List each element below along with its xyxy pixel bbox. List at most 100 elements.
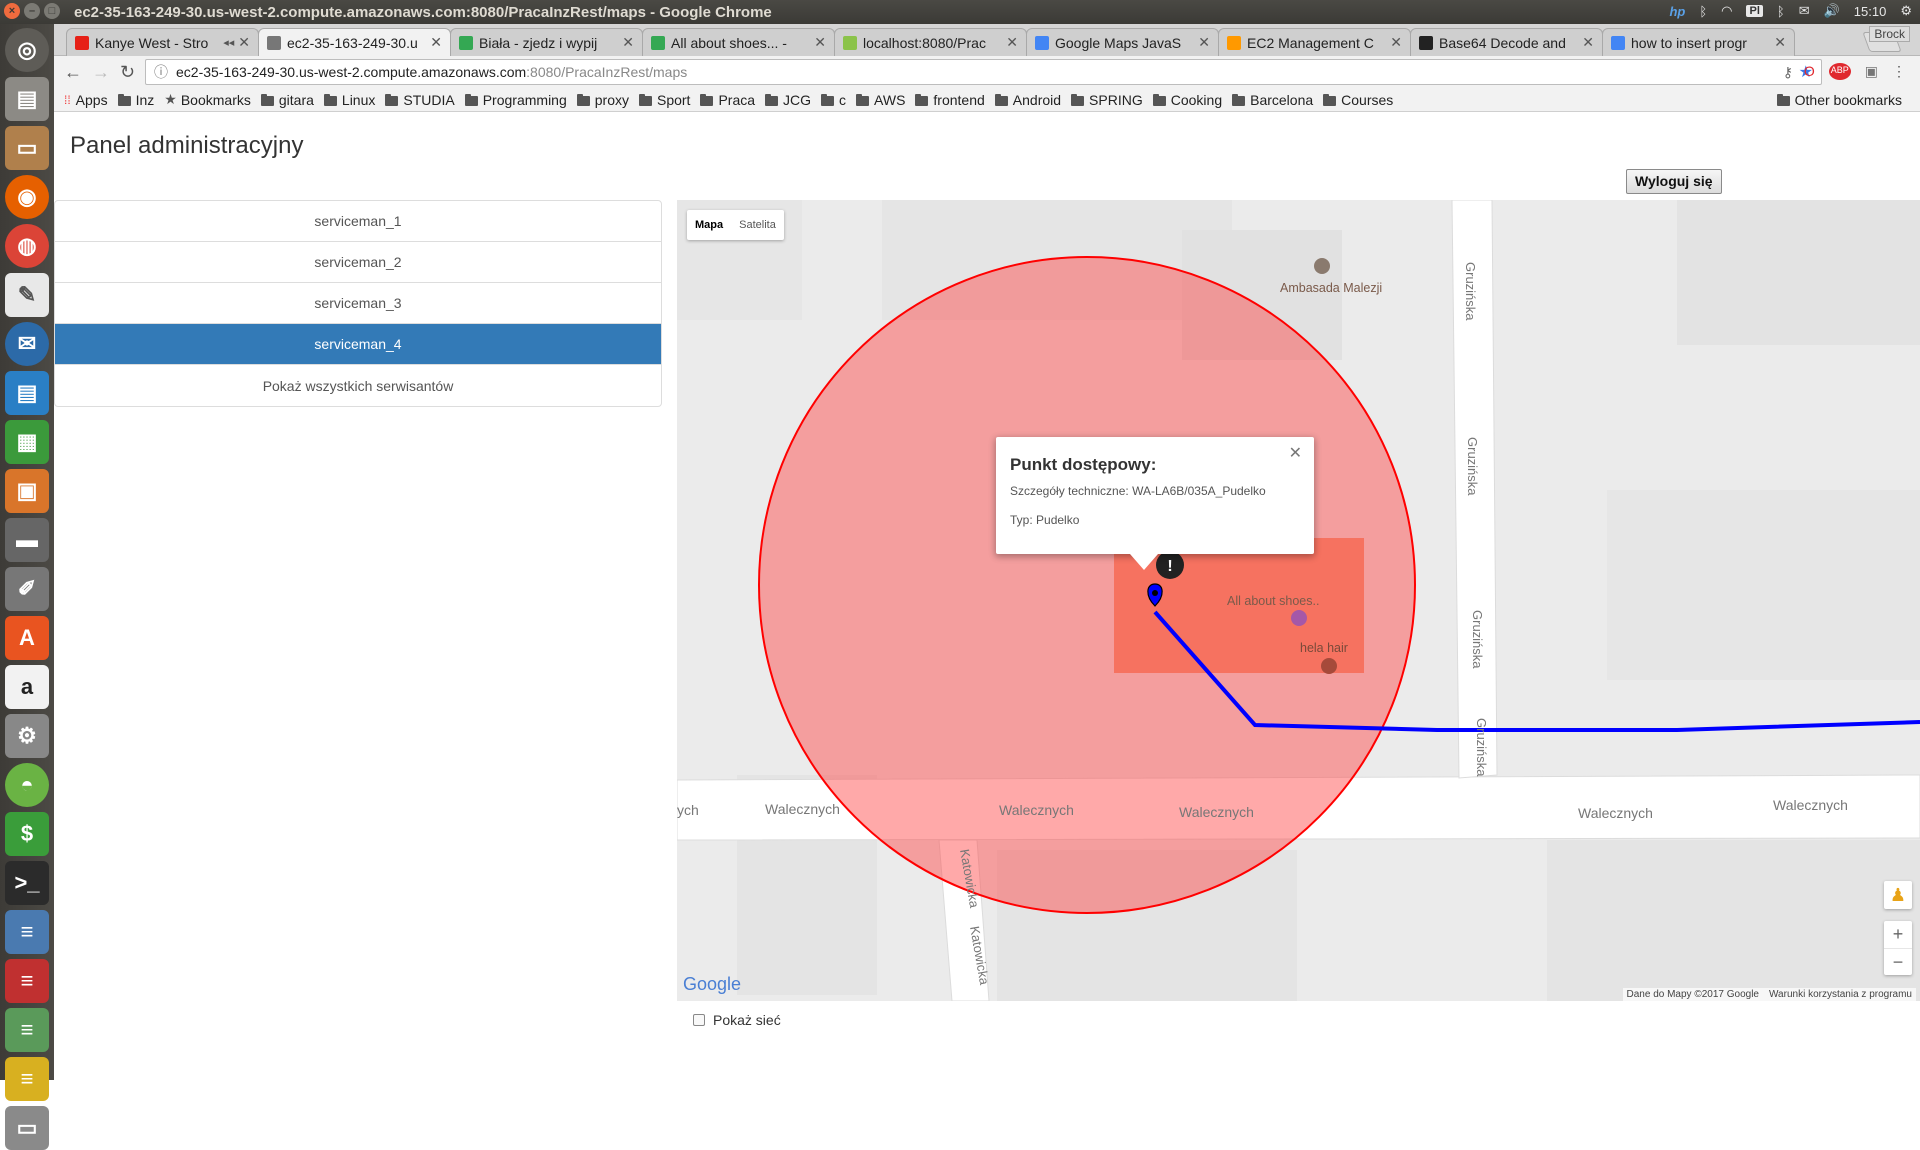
tab-1[interactable]: Kanye West - Stro ◂◂ ✕ [66, 28, 259, 56]
bookmark-folder[interactable]: c [821, 92, 846, 108]
gear-icon[interactable]: ⚙ [1900, 3, 1912, 19]
tab-4[interactable]: All about shoes... - ✕ [642, 28, 835, 56]
embassy-marker[interactable] [1314, 258, 1330, 274]
profile-button[interactable]: Brock [1869, 26, 1910, 42]
app-icon-20[interactable]: ≡ [5, 959, 49, 1003]
ubuntu-dash-icon[interactable]: ◎ [5, 28, 49, 72]
app-icon-19[interactable]: ≡ [5, 910, 49, 954]
tab-3[interactable]: Biała - zjedz i wypij ✕ [450, 28, 643, 56]
bookmark-folder[interactable]: Barcelona [1232, 92, 1313, 108]
tab-8[interactable]: Base64 Decode and ✕ [1410, 28, 1603, 56]
bookmark-folder[interactable]: Praca [700, 92, 755, 108]
extension-icon[interactable]: ▣ [1865, 63, 1878, 80]
bluetooth-icon-2[interactable]: ᛒ [1777, 4, 1785, 19]
impress-icon[interactable]: ▣ [5, 469, 49, 513]
wifi-icon[interactable]: ◠ [1721, 3, 1732, 19]
bookmark-folder[interactable]: Sport [638, 92, 690, 108]
tab-close-icon[interactable]: ✕ [814, 34, 826, 51]
map-type-satellite-button[interactable]: Satelita [731, 210, 784, 240]
google-logo[interactable]: Google [683, 974, 741, 995]
street-view-pegman-icon[interactable]: ♟ [1884, 881, 1912, 909]
map-canvas[interactable]: ! Ambasada Malezji All about shoes.. hel… [677, 200, 1920, 1001]
menu-icon[interactable]: ⋮ [1892, 63, 1906, 80]
bookmark-folder[interactable]: AWS [856, 92, 905, 108]
tab-9[interactable]: how to insert progr ✕ [1602, 28, 1795, 56]
adblock-icon[interactable]: ABP [1828, 63, 1851, 80]
map-type-map-button[interactable]: Mapa [687, 210, 731, 240]
clock[interactable]: 15:10 [1854, 4, 1887, 19]
terminal-icon[interactable]: >_ [5, 861, 49, 905]
shop-marker[interactable] [1291, 610, 1307, 626]
show-network-checkbox[interactable] [693, 1014, 705, 1026]
close-icon[interactable]: ✕ [1289, 443, 1302, 463]
tab-5[interactable]: localhost:8080/Prac ✕ [834, 28, 1027, 56]
software-center-icon[interactable]: A [5, 616, 49, 660]
writer-icon[interactable]: ▤ [5, 371, 49, 415]
tab-close-icon[interactable]: ✕ [1006, 34, 1018, 51]
logout-button[interactable]: Wyloguj się [1626, 169, 1722, 194]
app-icon-22[interactable]: ≡ [5, 1057, 49, 1101]
close-window-button[interactable]: × [4, 3, 20, 19]
tab-close-icon[interactable]: ✕ [1198, 34, 1210, 51]
drawing-icon[interactable]: ✐ [5, 567, 49, 611]
forward-icon[interactable]: → [92, 62, 110, 83]
hp-icon[interactable]: hp [1669, 4, 1685, 19]
hair-salon-marker[interactable] [1321, 658, 1337, 674]
mail-icon[interactable]: ✉ [1799, 3, 1810, 19]
bookmark-folder[interactable]: Inz [117, 92, 154, 108]
bookmark-folder[interactable]: frontend [915, 92, 985, 108]
other-bookmarks[interactable]: Other bookmarks [1776, 92, 1902, 108]
tab-close-icon[interactable]: ✕ [430, 34, 442, 51]
firefox-icon[interactable]: ◉ [5, 175, 49, 219]
coverage-circle[interactable] [758, 256, 1416, 914]
reload-icon[interactable]: ↻ [120, 62, 135, 83]
bookmark-folder[interactable]: Programming [464, 92, 567, 108]
scanner-icon[interactable]: ▬ [5, 518, 49, 562]
bookmark-folder[interactable]: Cooking [1152, 92, 1222, 108]
maximize-window-button[interactable]: □ [44, 3, 60, 19]
serviceman-item[interactable]: serviceman_3 [55, 283, 661, 324]
zoom-out-button[interactable]: − [1884, 948, 1912, 975]
calc-icon[interactable]: ▦ [5, 420, 49, 464]
bookmark-folder[interactable]: JCG [765, 92, 811, 108]
serviceman-item-selected[interactable]: serviceman_4 [55, 324, 661, 365]
tab-close-icon[interactable]: ✕ [1390, 34, 1402, 51]
minimize-window-button[interactable]: – [24, 3, 40, 19]
settings-icon[interactable]: ⚙ [5, 714, 49, 758]
bookmark-folder[interactable]: Courses [1323, 92, 1393, 108]
back-icon[interactable]: ← [64, 62, 82, 83]
thunderbird-icon[interactable]: ✉ [5, 322, 49, 366]
info-icon[interactable]: ⓘ [154, 62, 168, 82]
text-editor-icon[interactable]: ✎ [5, 273, 49, 317]
tab-close-icon[interactable]: ✕ [1582, 34, 1594, 51]
opera-icon[interactable]: O [1804, 63, 1815, 80]
bluetooth-icon[interactable]: ᛒ [1699, 4, 1707, 19]
amazon-icon[interactable]: a [5, 665, 49, 709]
address-bar[interactable]: ⓘ ec2-35-163-249-30.us-west-2.compute.am… [145, 59, 1822, 85]
app-icon-21[interactable]: ≡ [5, 1008, 49, 1052]
files-icon[interactable]: ▤ [5, 77, 49, 121]
file-manager-icon[interactable]: ▭ [5, 126, 49, 170]
tab-6[interactable]: Google Maps JavaS ✕ [1026, 28, 1219, 56]
bookmark-folder[interactable]: proxy [576, 92, 629, 108]
bookmark-folder[interactable]: Android [994, 92, 1061, 108]
android-studio-icon[interactable]: ◓ [5, 763, 49, 807]
trash-icon[interactable]: ▭ [5, 1106, 49, 1150]
tab-2[interactable]: ec2-35-163-249-30.u ✕ [258, 28, 451, 56]
bookmark-folder[interactable]: SPRING [1071, 92, 1143, 108]
serviceman-item[interactable]: serviceman_2 [55, 242, 661, 283]
show-all-servicemen-item[interactable]: Pokaż wszystkich serwisantów [55, 365, 661, 406]
bookmark-folder[interactable]: STUDIA [385, 92, 455, 108]
google-map[interactable]: ! Ambasada Malezji All about shoes.. hel… [677, 200, 1920, 1001]
tab-close-icon[interactable]: ✕ [622, 34, 634, 51]
tab-7[interactable]: EC2 Management C ✕ [1218, 28, 1411, 56]
tab-close-icon[interactable]: ✕ [1774, 34, 1786, 51]
serviceman-item[interactable]: serviceman_1 [55, 201, 661, 242]
volume-icon[interactable]: 🔊 [1824, 3, 1840, 19]
dollar-app-icon[interactable]: $ [5, 812, 49, 856]
bookmark-folder[interactable]: gitara [260, 92, 314, 108]
tab-close-icon[interactable]: ✕ [238, 34, 250, 51]
zoom-in-button[interactable]: + [1884, 921, 1912, 948]
key-icon[interactable]: ⚷ [1783, 64, 1793, 81]
chrome-icon[interactable]: ◍ [5, 224, 49, 268]
